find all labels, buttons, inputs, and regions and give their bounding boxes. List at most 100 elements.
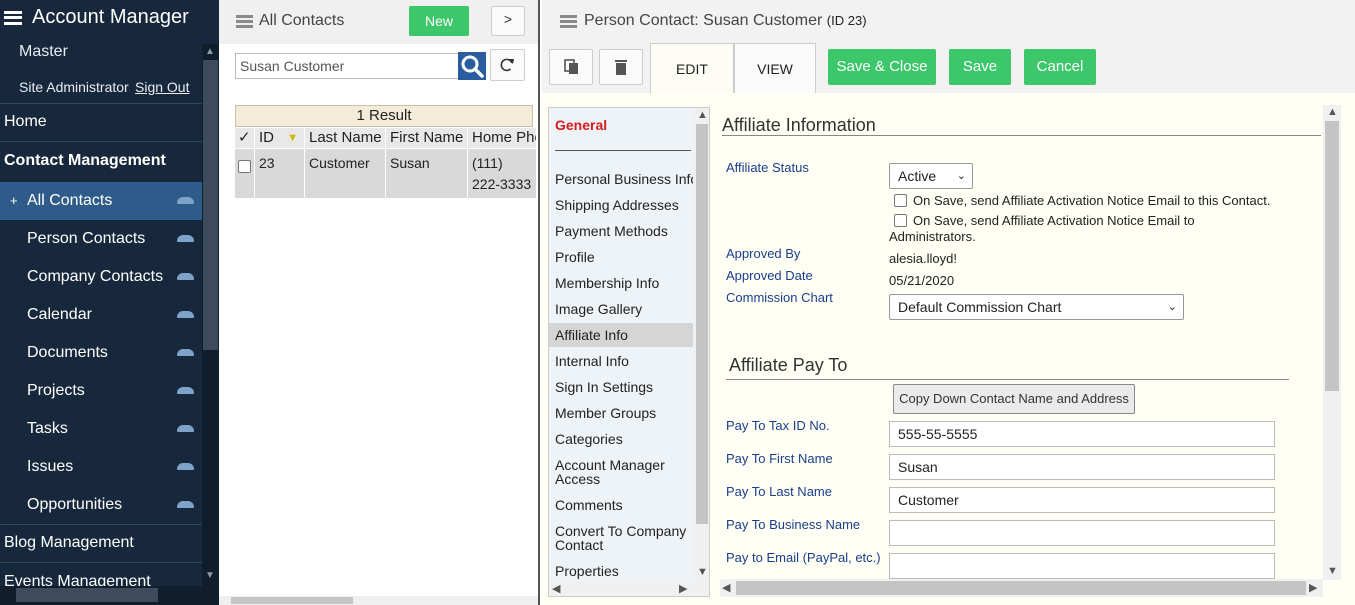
pay-email-field[interactable]	[889, 553, 1275, 579]
copy-contact-address-button[interactable]: Copy Down Contact Name and Address	[893, 384, 1135, 414]
scroll-thumb[interactable]	[1325, 121, 1339, 391]
scroll-right-icon[interactable]: ▶	[1309, 581, 1317, 594]
pay-last-name-field[interactable]: Customer	[889, 487, 1275, 513]
pay-first-name-label: Pay To First Name	[726, 451, 833, 466]
column-header-id[interactable]: ID ▼	[255, 128, 305, 148]
scroll-thumb[interactable]	[231, 597, 353, 604]
row-checkbox[interactable]	[238, 160, 251, 173]
tab-view[interactable]: VIEW	[734, 43, 816, 93]
section-nav-item[interactable]: Image Gallery	[549, 302, 693, 316]
sidebar-item-documents[interactable]: Documents	[0, 334, 202, 372]
scroll-up-icon[interactable]: ▲	[205, 46, 215, 57]
section-nav-item[interactable]: Comments	[549, 498, 693, 512]
notice-contact-checkbox[interactable]	[894, 194, 907, 207]
list-hscrollbar[interactable]	[219, 596, 538, 605]
cancel-button[interactable]: Cancel	[1024, 49, 1096, 85]
sort-desc-icon[interactable]: ▼	[287, 128, 298, 148]
commission-chart-select[interactable]: Default Commission Chart ⌄	[889, 294, 1184, 320]
scroll-thumb[interactable]	[16, 588, 158, 602]
menu-icon[interactable]	[236, 15, 253, 28]
pay-business-name-field[interactable]	[889, 520, 1275, 546]
cloud-icon[interactable]	[177, 501, 194, 508]
scroll-left-icon[interactable]: ◀	[552, 582, 560, 595]
menu-icon[interactable]	[4, 10, 22, 25]
sidebar-hscrollbar[interactable]	[0, 586, 219, 605]
cloud-icon[interactable]	[177, 235, 194, 242]
refresh-button[interactable]	[490, 49, 525, 81]
delete-button[interactable]	[599, 49, 643, 85]
section-nav-item[interactable]: Personal Business Info	[549, 172, 693, 186]
sidebar-item-contact-management[interactable]: Contact Management	[0, 142, 202, 180]
scroll-down-icon[interactable]: ▼	[205, 570, 215, 581]
column-header-last-name[interactable]: Last Name	[305, 128, 386, 148]
column-header-first-name[interactable]: First Name	[386, 128, 468, 148]
section-nav-item[interactable]: Categories	[549, 432, 693, 446]
sidebar-item-blog-management[interactable]: Blog Management	[0, 524, 202, 562]
sidebar-item-person-contacts[interactable]: Person Contacts	[0, 220, 202, 258]
tax-id-field[interactable]: 555-55-5555	[889, 421, 1275, 447]
sidebar-item-calendar[interactable]: Calendar	[0, 296, 202, 334]
section-nav-item[interactable]: Member Groups	[549, 406, 693, 420]
expand-button[interactable]: >	[491, 6, 525, 36]
column-header-check[interactable]: ✓	[235, 128, 255, 148]
column-header-home-phone[interactable]: Home Phone	[468, 128, 537, 148]
editor-scrollbar[interactable]: ▲ ▼	[1323, 105, 1341, 580]
section-nav-item[interactable]: Shipping Addresses	[549, 198, 693, 212]
search-button[interactable]	[458, 52, 486, 80]
sidebar-item-tasks[interactable]: Tasks	[0, 410, 202, 448]
pay-first-name-field[interactable]: Susan	[889, 454, 1275, 480]
tab-edit[interactable]: EDIT	[650, 43, 734, 93]
scroll-up-icon[interactable]: ▲	[697, 109, 708, 121]
scroll-down-icon[interactable]: ▼	[697, 566, 708, 578]
notice-admins-checkbox[interactable]	[894, 214, 907, 227]
sidebar-item-issues[interactable]: Issues	[0, 448, 202, 486]
new-button[interactable]: New	[409, 6, 469, 36]
section-nav-item[interactable]: Membership Info	[549, 276, 693, 290]
section-nav-item[interactable]: Account Manager Access	[549, 458, 679, 486]
scroll-right-icon[interactable]: ▶	[679, 582, 687, 595]
cloud-icon[interactable]	[177, 311, 194, 318]
save-close-button[interactable]: Save & Close	[828, 49, 936, 85]
sidebar-item-opportunities[interactable]: Opportunities	[0, 486, 202, 524]
search-input[interactable]	[235, 53, 459, 79]
cloud-icon[interactable]	[177, 349, 194, 356]
save-button[interactable]: Save	[949, 49, 1011, 85]
section-nav-item-selected[interactable]: Affiliate Info	[549, 323, 693, 347]
section-nav-item[interactable]: Internal Info	[549, 354, 693, 368]
scroll-left-icon[interactable]: ◀	[722, 581, 730, 594]
sidebar-item-all-contacts[interactable]: + All Contacts	[0, 182, 202, 220]
sidebar-item-company-contacts[interactable]: Company Contacts	[0, 258, 202, 296]
editor-hscrollbar[interactable]: ◀ ▶	[720, 579, 1323, 597]
select-value: Default Commission Chart	[898, 299, 1062, 315]
cloud-icon[interactable]	[177, 387, 194, 394]
scroll-thumb[interactable]	[203, 60, 218, 350]
cloud-icon[interactable]	[177, 197, 194, 204]
site-name[interactable]: Master	[19, 43, 68, 61]
sidebar-scrollbar[interactable]: ▲ ▼	[202, 44, 219, 586]
affiliate-status-select[interactable]: Active ⌄	[889, 163, 973, 189]
section-nav-item[interactable]: Profile	[549, 250, 693, 264]
cloud-icon[interactable]	[177, 273, 194, 280]
menu-icon[interactable]	[560, 15, 577, 28]
copy-button[interactable]	[549, 49, 593, 85]
section-nav-general[interactable]: General	[549, 118, 693, 132]
scroll-down-icon[interactable]: ▼	[1327, 565, 1338, 577]
scroll-up-icon[interactable]: ▲	[1327, 106, 1338, 118]
plus-icon[interactable]: +	[10, 182, 18, 220]
section-nav-item[interactable]: Sign In Settings	[549, 380, 693, 394]
scroll-thumb[interactable]	[736, 581, 1306, 595]
section-nav-scrollbar[interactable]: ▲ ▼	[694, 108, 709, 596]
divider	[555, 150, 691, 151]
section-nav-item[interactable]: Properties	[549, 564, 693, 578]
section-nav-item[interactable]: Convert To Company Contact	[549, 524, 691, 552]
section-nav-hscrollbar[interactable]: ◀ ▶	[549, 582, 694, 596]
scroll-thumb[interactable]	[696, 124, 708, 524]
section-nav-item[interactable]: Payment Methods	[549, 224, 693, 238]
section-heading: Affiliate Information	[722, 115, 876, 135]
cloud-icon[interactable]	[177, 425, 194, 432]
sidebar-item-home[interactable]: Home	[0, 103, 202, 141]
sign-out-link[interactable]: Sign Out	[135, 79, 189, 95]
sidebar-item-projects[interactable]: Projects	[0, 372, 202, 410]
cloud-icon[interactable]	[177, 463, 194, 470]
select-value: Active	[898, 168, 937, 184]
